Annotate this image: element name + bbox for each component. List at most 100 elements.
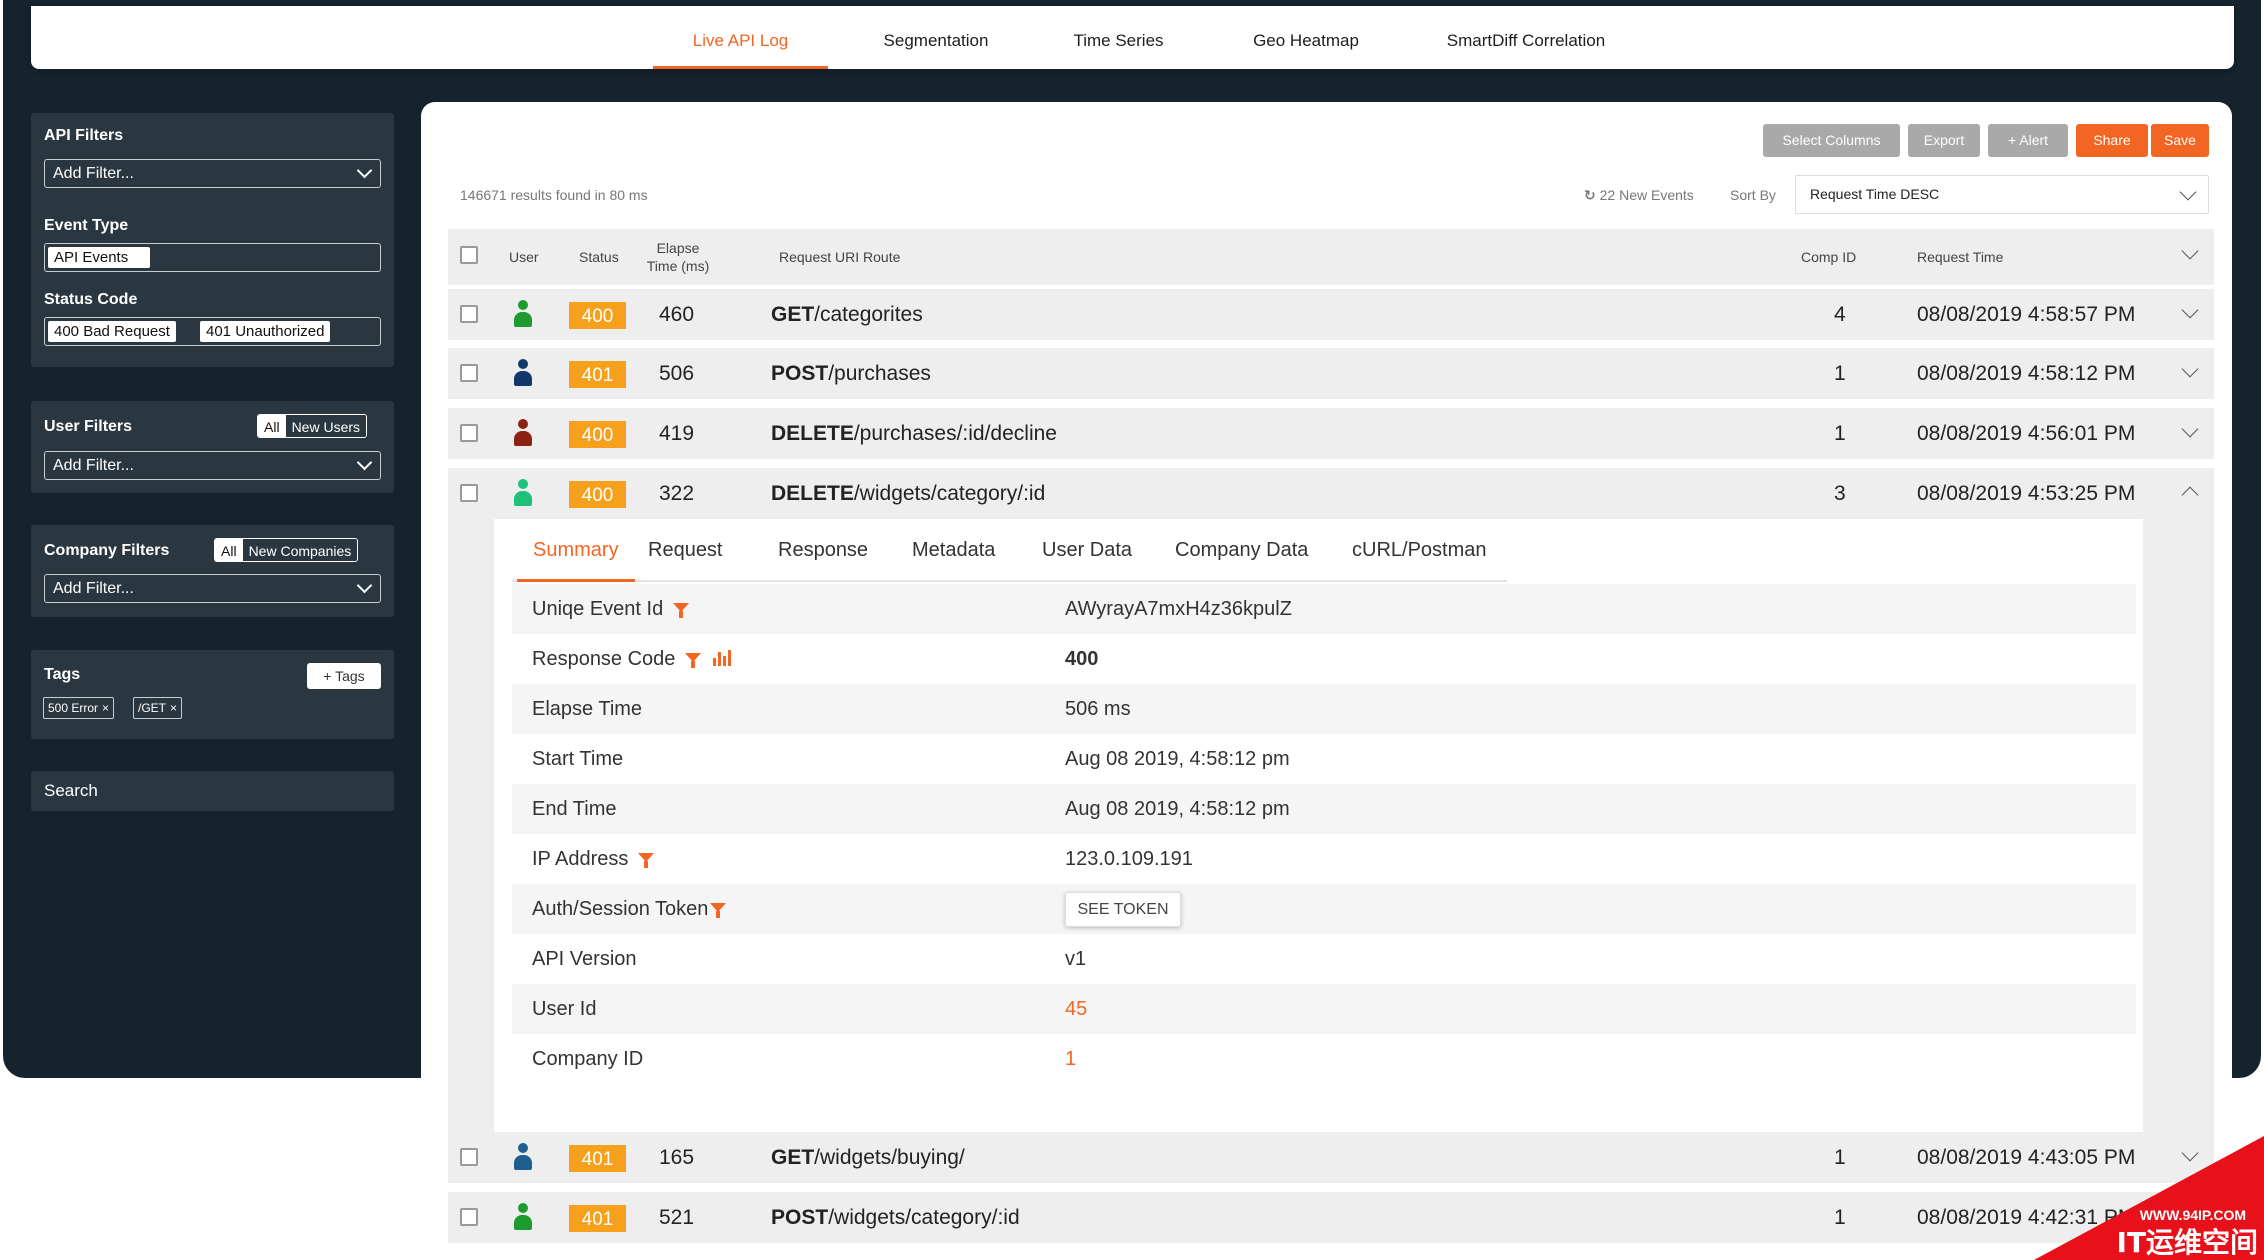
status-code-chip-400[interactable]: 400 Bad Request [48, 321, 176, 342]
comp-id[interactable]: 1 [1834, 1132, 1846, 1183]
table-row[interactable]: 400 460 GET/categorites 4 08/08/2019 4:5… [448, 289, 2214, 340]
user-icon[interactable] [514, 359, 532, 387]
user-icon[interactable] [514, 1143, 532, 1171]
export-button[interactable]: Export [1908, 124, 1980, 157]
save-button[interactable]: Save [2151, 124, 2209, 157]
user-icon[interactable] [514, 300, 532, 328]
row-checkbox[interactable] [460, 364, 478, 382]
company-filter-dropdown[interactable]: Add Filter... [44, 574, 381, 603]
company-filters-panel: Company Filters All New Companies Add Fi… [31, 525, 394, 617]
chevron-up-icon[interactable] [2181, 486, 2199, 504]
refresh-icon: ↻ [1584, 187, 1596, 203]
detail-tab-summary[interactable]: Summary [517, 519, 635, 582]
filter-icon[interactable] [685, 653, 702, 669]
user-filter-dropdown[interactable]: Add Filter... [44, 451, 381, 480]
tags-title: Tags [44, 666, 81, 683]
chevron-down-icon[interactable] [2181, 420, 2199, 438]
new-events-link[interactable]: ↻ 22 New Events [1584, 187, 1694, 204]
tab-live-api-log[interactable]: Live API Log [653, 6, 828, 69]
detail-tab-request[interactable]: Request [648, 519, 723, 580]
tab-time-series[interactable]: Time Series [1061, 6, 1176, 69]
chevron-down-icon[interactable] [2181, 360, 2199, 378]
tab-smartdiff-correlation[interactable]: SmartDiff Correlation [1431, 6, 1621, 69]
status-code-field[interactable]: 400 Bad Request 401 Unauthorized [44, 317, 381, 346]
remove-tag-icon[interactable]: × [170, 701, 177, 715]
company-filter-toggle[interactable]: All New Companies [214, 538, 359, 562]
field-label: IP Address [532, 848, 629, 870]
route[interactable]: GET/categorites [771, 289, 923, 340]
detail-tab-company-data[interactable]: Company Data [1175, 519, 1308, 580]
header-request-time: Request Time [1917, 249, 2004, 265]
route[interactable]: DELETE/widgets/category/:id [771, 468, 1045, 519]
user-filter-toggle[interactable]: All New Users [257, 414, 368, 438]
event-detail-card: Summary Request Response Metadata User D… [494, 519, 2143, 1150]
add-tags-button[interactable]: + Tags [307, 663, 381, 689]
table-row[interactable]: 401 506 POST/purchases 1 08/08/2019 4:58… [448, 348, 2214, 399]
status-code-chip-401[interactable]: 401 Unauthorized [200, 321, 331, 342]
detail-tab-metadata[interactable]: Metadata [912, 519, 995, 580]
api-filters-panel: API Filters Add Filter... Event Type API… [31, 113, 394, 367]
tab-segmentation[interactable]: Segmentation [871, 6, 1001, 69]
search-button[interactable]: Search [31, 771, 394, 811]
row-checkbox[interactable] [460, 1208, 478, 1226]
user-icon[interactable] [514, 1203, 532, 1231]
user-id-link[interactable]: 45 [1065, 984, 1087, 1034]
filter-icon[interactable] [673, 603, 690, 619]
row-checkbox[interactable] [460, 305, 478, 323]
field-auth-token: Auth/Session Token SEE TOKEN [512, 884, 2136, 934]
tab-geo-heatmap[interactable]: Geo Heatmap [1241, 6, 1371, 69]
table-row-expanded[interactable]: 400 322 DELETE/widgets/category/:id 3 08… [448, 468, 2214, 519]
status-badge: 401 [569, 1145, 626, 1172]
field-label: Response Code [532, 648, 676, 670]
table-row[interactable]: 401 521 POST/widgets/category/:id 1 08/0… [448, 1192, 2214, 1243]
route[interactable]: POST/purchases [771, 348, 931, 399]
comp-id[interactable]: 3 [1834, 468, 1846, 519]
chevron-down-icon [2179, 183, 2197, 201]
company-id-link[interactable]: 1 [1065, 1034, 1076, 1084]
detail-tab-curl-postman[interactable]: cURL/Postman [1352, 519, 1487, 580]
see-token-button[interactable]: SEE TOKEN [1065, 892, 1181, 927]
route[interactable]: POST/widgets/category/:id [771, 1192, 1020, 1243]
row-checkbox[interactable] [460, 1148, 478, 1166]
sort-by-select[interactable]: Request Time DESC [1795, 175, 2209, 214]
event-type-title: Event Type [44, 217, 129, 234]
user-filter-new-users[interactable]: New Users [285, 415, 367, 437]
user-icon[interactable] [514, 419, 532, 447]
select-all-checkbox[interactable] [460, 246, 478, 264]
http-method: DELETE [771, 482, 854, 505]
chevron-down-icon[interactable] [2181, 301, 2199, 319]
header-elapse-units: Time (ms) [646, 258, 710, 274]
field-api-version: API Version v1 [512, 934, 2136, 984]
comp-id[interactable]: 4 [1834, 289, 1846, 340]
field-value: 400 [1065, 648, 1099, 670]
field-label: Auth/Session Token [532, 898, 709, 920]
event-type-field[interactable]: API Events [44, 243, 381, 272]
user-filter-all[interactable]: All [258, 415, 286, 437]
comp-id[interactable]: 1 [1834, 408, 1846, 459]
remove-tag-icon[interactable]: × [102, 701, 109, 715]
comp-id[interactable]: 1 [1834, 348, 1846, 399]
filter-icon[interactable] [710, 903, 727, 919]
company-filter-new-companies[interactable]: New Companies [242, 539, 358, 561]
table-row[interactable]: 400 419 DELETE/purchases/:id/decline 1 0… [448, 408, 2214, 459]
route[interactable]: GET/widgets/buying/ [771, 1132, 965, 1183]
filter-icon[interactable] [638, 853, 655, 869]
table-row[interactable]: 401 165 GET/widgets/buying/ 1 08/08/2019… [448, 1132, 2214, 1183]
api-filter-dropdown[interactable]: Add Filter... [44, 159, 381, 188]
event-type-chip[interactable]: API Events [48, 247, 150, 268]
route[interactable]: DELETE/purchases/:id/decline [771, 408, 1057, 459]
field-label: Elapse Time [532, 698, 643, 720]
row-checkbox[interactable] [460, 484, 478, 502]
bar-chart-icon[interactable] [713, 649, 733, 666]
add-alert-button[interactable]: + Alert [1988, 124, 2068, 157]
chevron-down-icon[interactable] [2181, 242, 2199, 260]
detail-tab-user-data[interactable]: User Data [1042, 519, 1132, 580]
row-checkbox[interactable] [460, 424, 478, 442]
comp-id[interactable]: 1 [1834, 1192, 1846, 1243]
select-columns-button[interactable]: Select Columns [1763, 124, 1900, 157]
company-filter-all[interactable]: All [215, 539, 243, 561]
user-icon[interactable] [514, 479, 532, 507]
detail-tabs: Summary Request Response Metadata User D… [512, 519, 1507, 582]
detail-tab-response[interactable]: Response [778, 519, 868, 580]
share-button[interactable]: Share [2076, 124, 2148, 157]
